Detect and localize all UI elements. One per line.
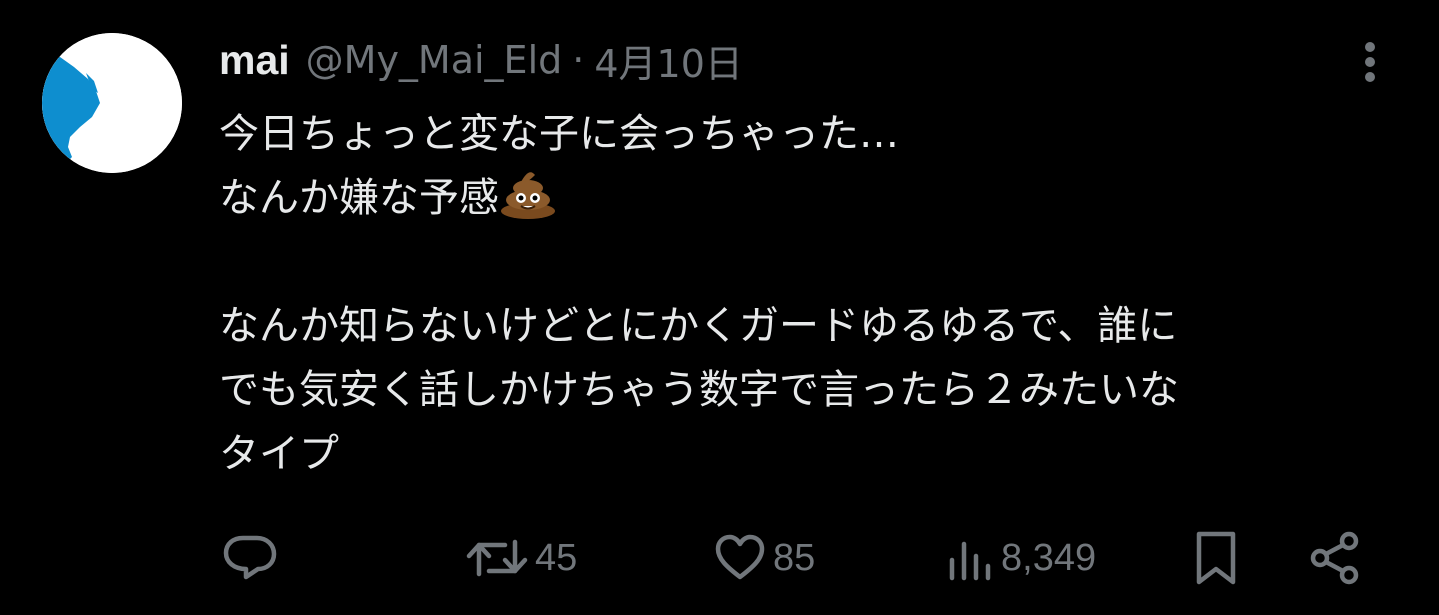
share-icon <box>1307 530 1363 586</box>
like-count: 85 <box>773 536 816 579</box>
author-handle[interactable]: @My_Mai_Eld <box>306 38 563 82</box>
tweet-text-line: 今日ちょっと変な子に会っちゃった… <box>219 111 899 157</box>
tweet-header: mai @My_Mai_Eld · 4月10日 <box>219 34 743 86</box>
tweet[interactable]: mai @My_Mai_Eld · 4月10日 今日ちょっと変な子に会っちゃった… <box>0 0 1439 615</box>
tweet-text-line: なんか嫌な予感 <box>219 166 1389 230</box>
retweet-icon <box>465 532 529 584</box>
more-vertical-icon <box>1365 42 1375 82</box>
tweet-text-line: なんか知らないけどとにかくガードゆるゆるで、誰に <box>219 303 1178 349</box>
views-count: 8,349 <box>1001 536 1097 579</box>
tweet-text-segment: なんか嫌な予感 <box>219 175 499 221</box>
like-button[interactable]: 85 <box>713 528 815 588</box>
tweet-text: 今日ちょっと変な子に会っちゃった… なんか嫌な予感 なんか知らないけどとにかくガ… <box>219 102 1389 486</box>
share-button[interactable] <box>1307 528 1363 588</box>
reply-button[interactable] <box>221 528 279 588</box>
retweet-count: 45 <box>535 536 578 579</box>
tweet-text-line: タイプ <box>219 431 339 477</box>
avatar-image <box>42 33 182 173</box>
tweet-text-line: でも気安く話しかけちゃう数字で言ったら２みたいな <box>219 367 1179 413</box>
views-icon <box>945 532 995 584</box>
bookmark-button[interactable] <box>1193 528 1239 588</box>
bookmark-icon <box>1193 530 1239 586</box>
avatar[interactable] <box>42 33 182 173</box>
heart-icon <box>713 532 767 584</box>
tweet-date[interactable]: 4月10日 <box>594 33 743 88</box>
retweet-button[interactable]: 45 <box>465 528 577 588</box>
author-name[interactable]: mai <box>219 37 290 84</box>
reply-icon <box>221 532 279 584</box>
action-bar: 45 85 8,349 <box>219 528 1389 588</box>
header-separator: · <box>572 38 585 82</box>
more-options-button[interactable] <box>1350 38 1390 86</box>
pile-of-poo-emoji <box>499 167 557 238</box>
views-button[interactable]: 8,349 <box>945 528 1096 588</box>
